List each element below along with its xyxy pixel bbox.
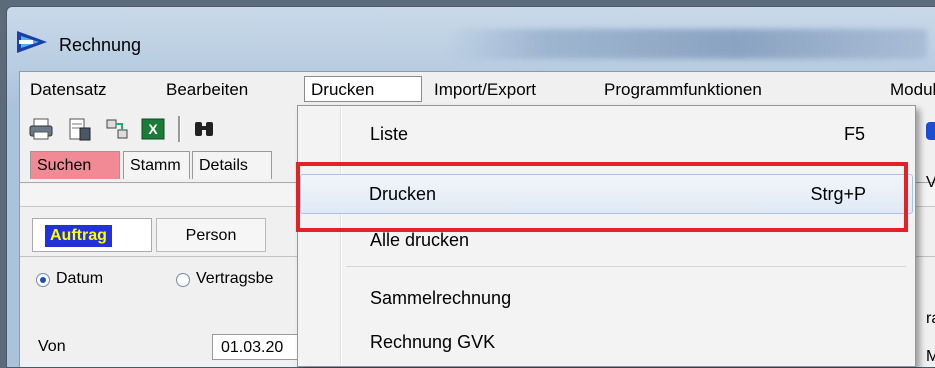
title-bar: Rechnung (7, 7, 935, 71)
blurred-title-region (447, 29, 927, 59)
menu-datensatz[interactable]: Datensatz (30, 80, 107, 100)
menu-item-shortcut: F5 (843, 124, 865, 144)
menu-item-sammelrechnung[interactable]: Sammelrechnung (300, 278, 913, 318)
von-date-value: 01.03.20 (221, 339, 284, 356)
partial-field-text: M (926, 348, 935, 366)
app-logo-icon (17, 31, 47, 53)
von-label: Von (38, 338, 66, 355)
menu-item-rechnung-gvk[interactable]: Rechnung GVK (300, 322, 913, 362)
svg-text:X: X (148, 121, 158, 137)
menu-drucken[interactable]: Drucken (304, 76, 422, 102)
drucken-dropdown-menu: Liste F5 Drucken Strg+P Alle drucken Sam… (297, 105, 916, 367)
tab-auftrag-label: Auftrag (45, 225, 112, 247)
partial-tab-text: Vo (926, 174, 935, 191)
partial-label-text: ra (926, 310, 935, 327)
print-preview-icon[interactable] (66, 116, 92, 142)
toolbar-separator (178, 116, 181, 142)
menu-item-label: Sammelrechnung (370, 288, 512, 308)
radio-vertragsbe-label: Vertragsbe (196, 270, 274, 287)
menu-separator (346, 266, 906, 267)
menu-item-liste[interactable]: Liste F5 (300, 114, 913, 154)
tab-details[interactable]: Details (192, 151, 272, 179)
binoculars-icon[interactable] (192, 116, 218, 142)
red-highlight-box (296, 162, 908, 232)
menu-item-label: Liste (370, 124, 409, 144)
menu-item-label: Rechnung GVK (370, 332, 496, 352)
tab-person-label: Person (185, 227, 237, 244)
window-title: Rechnung (59, 35, 142, 55)
export-icon[interactable] (104, 116, 130, 142)
menu-bar: Datensatz Bearbeiten Drucken Import/Expo… (20, 72, 935, 108)
radio-datum-label: Datum (56, 270, 104, 287)
tab-auftrag[interactable]: Auftrag (32, 218, 152, 252)
excel-icon[interactable]: X (140, 116, 166, 142)
print-icon[interactable] (28, 116, 54, 142)
menu-import-export[interactable]: Import/Export (434, 80, 536, 100)
radio-vertragsbe[interactable] (176, 273, 190, 287)
menu-programmfunktionen[interactable]: Programmfunktionen (604, 80, 762, 100)
menu-item-label: Alle drucken (370, 230, 470, 250)
radio-datum[interactable] (36, 273, 50, 287)
right-edge-content: Vo ra M (926, 72, 935, 367)
tab-stamm[interactable]: Stamm (123, 151, 190, 179)
tab-person[interactable]: Person (156, 218, 266, 252)
partial-toolbar-icon[interactable] (926, 118, 935, 144)
menu-bearbeiten[interactable]: Bearbeiten (166, 80, 248, 100)
tab-suchen[interactable]: Suchen (30, 151, 120, 179)
